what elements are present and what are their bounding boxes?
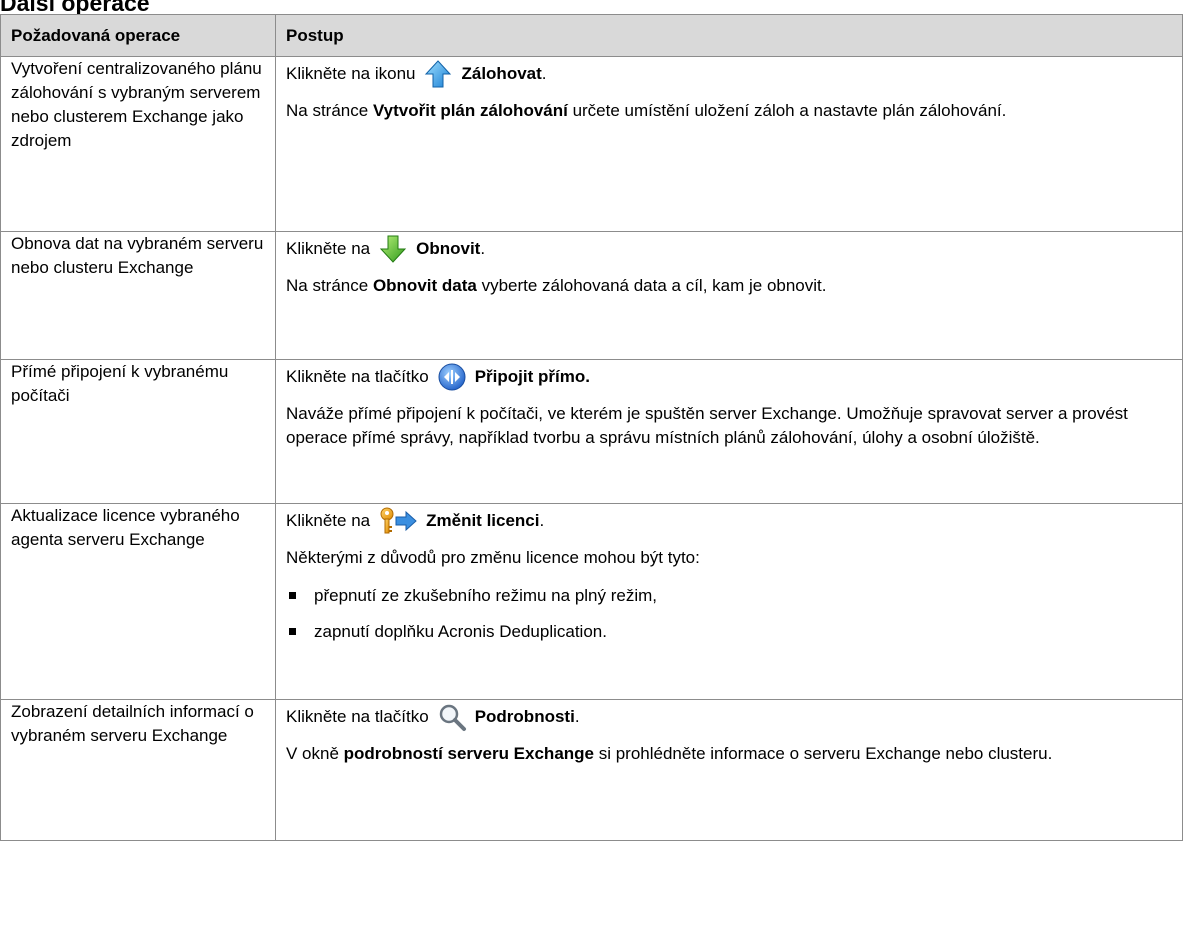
action-label: Zálohovat [461, 64, 542, 83]
action-label: Připojit přímo. [474, 367, 590, 386]
column-header-procedure: Postup [275, 14, 1183, 57]
action-label: Změnit licenci [426, 511, 540, 530]
operations-table: Požadovaná operace Postup Vytvoření cent… [0, 14, 1183, 841]
action-label: Obnovit [416, 239, 481, 258]
operation-cell: Obnova dat na vybraném serveru nebo clus… [0, 231, 276, 360]
table-row: Vytvoření centralizovaného plánu zálohov… [0, 56, 1183, 232]
table-row: Přímé připojení k vybranému počítači Kli… [0, 359, 1183, 504]
detail-text: Na stránce Obnovit data vyberte zálohova… [286, 276, 827, 295]
table-row: Obnova dat na vybraném serveru nebo clus… [0, 231, 1183, 360]
table-row: Aktualizace licence vybraného agenta ser… [0, 503, 1183, 700]
operation-cell: Vytvoření centralizovaného plánu zálohov… [0, 56, 276, 232]
operation-cell: Přímé připojení k vybranému počítači [0, 359, 276, 504]
key-icon [378, 506, 418, 536]
detail-text: V okně podrobností serveru Exchange si p… [286, 744, 1053, 763]
list-item: zapnutí doplňku Acronis Deduplication. [286, 620, 1172, 644]
operation-cell: Zobrazení detailních informací o vybrané… [0, 699, 276, 841]
action-line: Klikněte na tlačítko Připojit přímo. [286, 360, 1172, 394]
action-line: Klikněte na Změnit licenci. [286, 504, 1172, 538]
detail-text: Na stránce Vytvořit plán zálohování urče… [286, 101, 1007, 120]
table-header-row: Požadovaná operace Postup [0, 14, 1183, 57]
magnifier-icon [437, 702, 467, 732]
operation-cell: Aktualizace licence vybraného agenta ser… [0, 503, 276, 700]
procedure-cell: Klikněte na tlačítko Připojit přímo. Nav… [275, 359, 1183, 504]
procedure-cell: Klikněte na Obnovit. Na stránce Obnovit … [275, 231, 1183, 360]
arrow-down-icon [378, 234, 408, 264]
action-label: Podrobnosti [474, 707, 575, 726]
detail-text: Naváže přímé připojení k počítači, ve kt… [286, 404, 1128, 447]
procedure-cell: Klikněte na Změnit licenci. Některými z … [275, 503, 1183, 700]
detail-text: Některými z důvodů pro změnu licence moh… [286, 548, 700, 567]
action-line: Klikněte na ikonu Zálohovat. [286, 57, 1172, 91]
list-item: přepnutí ze zkušebního režimu na plný re… [286, 584, 1172, 608]
action-line: Klikněte na tlačítko Podrobnosti. [286, 700, 1172, 734]
action-line: Klikněte na Obnovit. [286, 232, 1172, 266]
reason-list: přepnutí ze zkušebního režimu na plný re… [286, 584, 1172, 644]
table-row: Zobrazení detailních informací o vybrané… [0, 699, 1183, 841]
connect-icon [437, 362, 467, 392]
arrow-up-icon [423, 59, 453, 89]
column-header-operation: Požadovaná operace [0, 14, 276, 57]
procedure-cell: Klikněte na ikonu Zálohovat. Na stránce … [275, 56, 1183, 232]
procedure-cell: Klikněte na tlačítko Podrobnosti. V okně… [275, 699, 1183, 841]
